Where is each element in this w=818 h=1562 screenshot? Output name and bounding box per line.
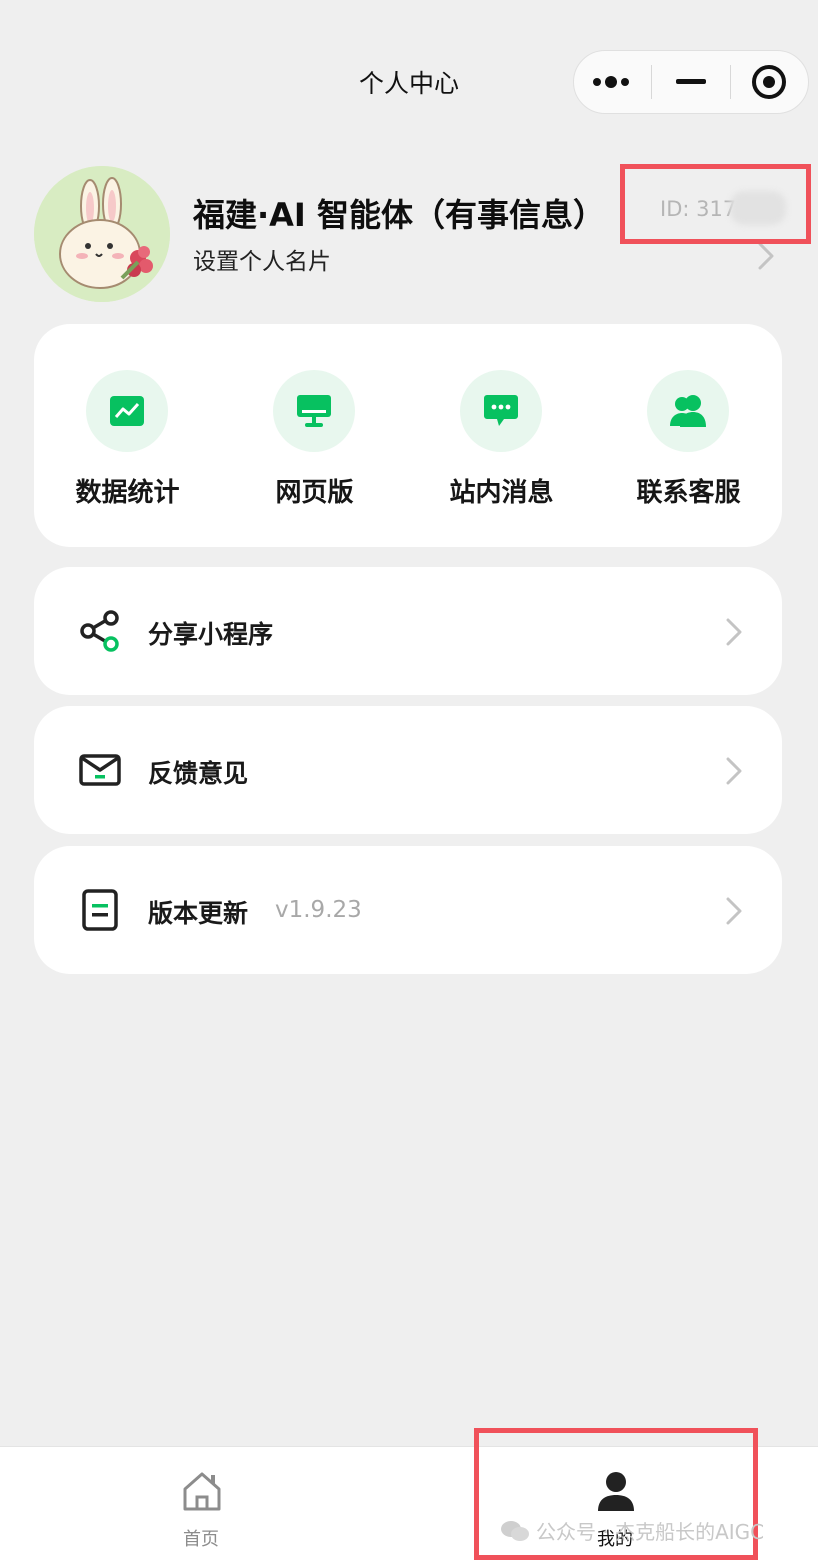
monitor-icon — [273, 370, 355, 452]
quick-action-label: 联系客服 — [636, 478, 741, 508]
menu-row-share[interactable]: 分享小程序 — [34, 567, 782, 695]
chevron-right-icon[interactable] — [756, 241, 776, 271]
version-number: v1.9.23 — [275, 897, 362, 923]
watermark: 公众号 · 杰克船长的AIGC — [500, 1516, 764, 1545]
chevron-right-icon — [726, 757, 742, 785]
quick-action-statistics[interactable]: 数据统计 — [34, 324, 221, 547]
menu-label: 分享小程序 — [148, 620, 274, 649]
close-button[interactable] — [731, 51, 808, 113]
menu-label: 版本更新 — [148, 899, 249, 928]
document-icon — [82, 889, 118, 931]
tab-home[interactable]: 首页 — [101, 1447, 301, 1562]
tab-label: 首页 — [183, 1529, 219, 1550]
user-nickname: 福建·AI 智能体（有事信息） — [193, 196, 605, 234]
mail-icon — [79, 754, 121, 786]
quick-action-label: 数据统计 — [75, 478, 180, 508]
mini-program-capsule — [573, 50, 809, 114]
share-icon — [80, 610, 119, 652]
quick-action-customer-service[interactable]: 联系客服 — [595, 324, 782, 547]
more-button[interactable] — [574, 51, 651, 113]
home-icon — [183, 1472, 221, 1511]
set-business-card-link[interactable]: 设置个人名片 — [193, 242, 331, 276]
quick-action-web-version[interactable]: 网页版 — [221, 324, 408, 547]
message-bubble-icon — [460, 370, 542, 452]
quick-action-label: 站内消息 — [449, 478, 554, 508]
highlight-box-id — [620, 164, 811, 244]
menu-label: 反馈意见 — [148, 759, 249, 788]
more-dots-icon — [592, 76, 629, 88]
menu-row-feedback[interactable]: 反馈意见 — [34, 706, 782, 834]
quick-action-messages[interactable]: 站内消息 — [408, 324, 595, 547]
chart-line-icon — [86, 370, 168, 452]
quick-actions-card: 数据统计 网页版 站内消息 联系客服 — [34, 324, 782, 547]
customer-service-icon — [647, 370, 729, 452]
watermark-text: 公众号 · 杰克船长的AIGC — [536, 1520, 765, 1544]
wechat-icon — [501, 1520, 529, 1541]
minimize-button[interactable] — [652, 51, 729, 113]
minus-icon — [675, 79, 706, 84]
avatar[interactable] — [34, 166, 170, 302]
menu-row-version[interactable]: 版本更新 v1.9.23 — [34, 846, 782, 974]
bunny-avatar-image — [34, 166, 170, 302]
chevron-right-icon — [726, 897, 742, 925]
navigation-bar: 个人中心 — [0, 0, 818, 160]
quick-action-label: 网页版 — [275, 478, 354, 508]
target-circle-icon — [752, 65, 787, 99]
chevron-right-icon — [726, 618, 742, 646]
